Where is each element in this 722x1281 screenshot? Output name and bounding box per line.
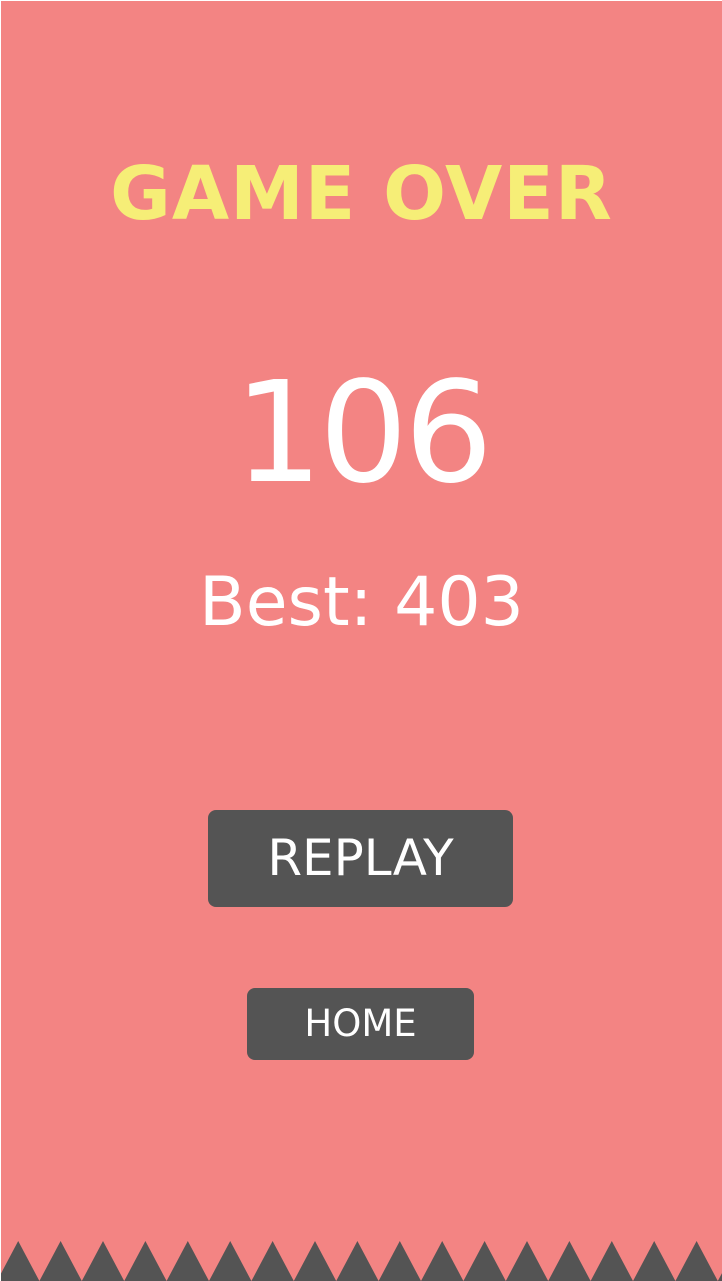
- spike-14: [590, 1241, 633, 1281]
- spike-11: [463, 1241, 506, 1281]
- spike-9: [378, 1241, 421, 1281]
- current-score: 106: [233, 352, 493, 515]
- game-over-title: GAME OVER: [110, 151, 613, 237]
- spike-16: [675, 1241, 718, 1281]
- spike-6: [251, 1241, 294, 1281]
- spike-5: [209, 1241, 252, 1281]
- best-score: Best: 403: [199, 563, 524, 642]
- replay-button[interactable]: REPLAY: [208, 810, 513, 907]
- spike-3: [124, 1241, 167, 1281]
- spike-10: [421, 1241, 464, 1281]
- spike-7: [293, 1241, 337, 1281]
- game-over-screen: GAME OVER 106 Best: 403 REPLAY HOME: [1, 1, 722, 1281]
- spike-13: [548, 1241, 591, 1281]
- home-button[interactable]: HOME: [247, 988, 474, 1060]
- spike-17: [717, 1273, 722, 1281]
- spike-4: [166, 1241, 209, 1281]
- spike-12: [505, 1241, 549, 1281]
- spike-8: [336, 1241, 379, 1281]
- spike-15: [633, 1241, 676, 1281]
- spike-0: [1, 1241, 40, 1281]
- spike-2: [81, 1241, 125, 1281]
- spike-row: [1, 1241, 722, 1281]
- spike-1: [39, 1241, 82, 1281]
